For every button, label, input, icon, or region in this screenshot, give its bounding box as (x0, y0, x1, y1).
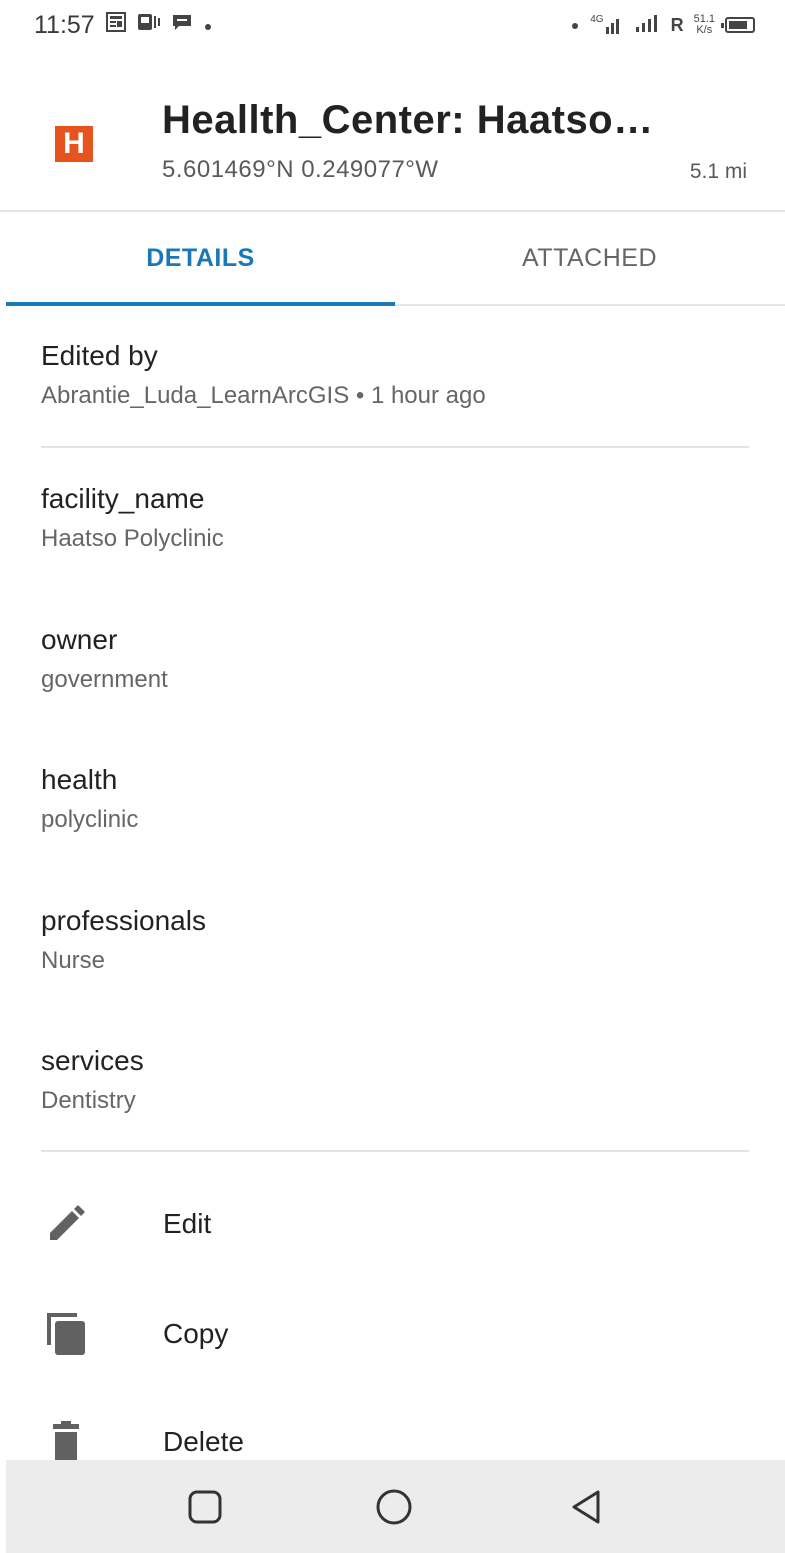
feature-header: H Heallth_Center: Haatso… 5.601469°N 0.2… (0, 56, 785, 212)
field-value: Dentistry (41, 1087, 136, 1114)
back-icon[interactable] (568, 1488, 604, 1531)
trash-icon (42, 1418, 90, 1466)
status-time: 11:57 (34, 10, 95, 39)
signal-4g-icon: 4G (590, 15, 624, 35)
copy-action[interactable]: Copy (0, 1294, 785, 1374)
more-notifications-dot-icon (203, 12, 213, 38)
tab-bar: DETAILS ATTACHED (6, 212, 785, 306)
field-value: government (41, 666, 168, 693)
roaming-indicator: R (670, 14, 684, 35)
recents-icon[interactable] (186, 1488, 224, 1531)
home-icon[interactable] (374, 1488, 414, 1533)
divider (41, 446, 749, 448)
copy-icon (42, 1310, 90, 1358)
status-bar: 11:57 4G R 51.1 K/s (0, 0, 785, 50)
feature-coordinates: 5.601469°N 0.249077°W (162, 156, 439, 183)
field-services: services Dentistry (41, 1045, 144, 1115)
field-label: facility_name (41, 483, 205, 514)
message-notification-icon (171, 12, 193, 38)
field-label: health (41, 764, 118, 795)
news-notification-icon (105, 11, 127, 39)
edited-by-label: Edited by (41, 340, 158, 371)
field-owner: owner government (41, 624, 168, 694)
edited-by-value: Abrantie_Luda_LearnArcGIS • 1 hour ago (41, 382, 486, 409)
edited-by-section: Edited by Abrantie_Luda_LearnArcGIS • 1 … (41, 340, 486, 410)
tab-details[interactable]: DETAILS (6, 212, 395, 306)
edit-action[interactable]: Edit (0, 1184, 785, 1264)
field-professionals: professionals Nurse (41, 905, 206, 975)
field-value: polyclinic (41, 806, 139, 833)
divider (41, 1150, 749, 1152)
field-health: health polyclinic (41, 764, 138, 834)
network-type-label: 4G (590, 14, 604, 25)
app-notification-icon (137, 11, 161, 39)
feature-distance: 5.1 mi (689, 160, 747, 183)
field-value: Haatso Polyclinic (41, 525, 224, 552)
copy-label: Copy (163, 1318, 229, 1349)
delete-label: Delete (163, 1426, 244, 1457)
field-label: services (41, 1045, 144, 1076)
hospital-icon: H (55, 126, 93, 162)
signal-strength-icon (635, 13, 661, 38)
tab-attached[interactable]: ATTACHED (395, 212, 784, 304)
field-label: owner (41, 624, 118, 655)
feature-title: Heallth_Center: Haatso… (162, 98, 654, 142)
system-nav-bar (6, 1460, 785, 1553)
network-speed: 51.1 K/s (694, 14, 715, 36)
battery-icon (721, 17, 755, 33)
field-label: professionals (41, 905, 206, 936)
edit-label: Edit (163, 1208, 212, 1239)
battery-fill (729, 21, 748, 29)
pencil-icon (42, 1200, 90, 1248)
field-facility-name: facility_name Haatso Polyclinic (41, 483, 224, 553)
field-value: Nurse (41, 947, 106, 974)
network-speed-unit: K/s (696, 24, 713, 36)
dot-indicator-icon (570, 15, 580, 36)
